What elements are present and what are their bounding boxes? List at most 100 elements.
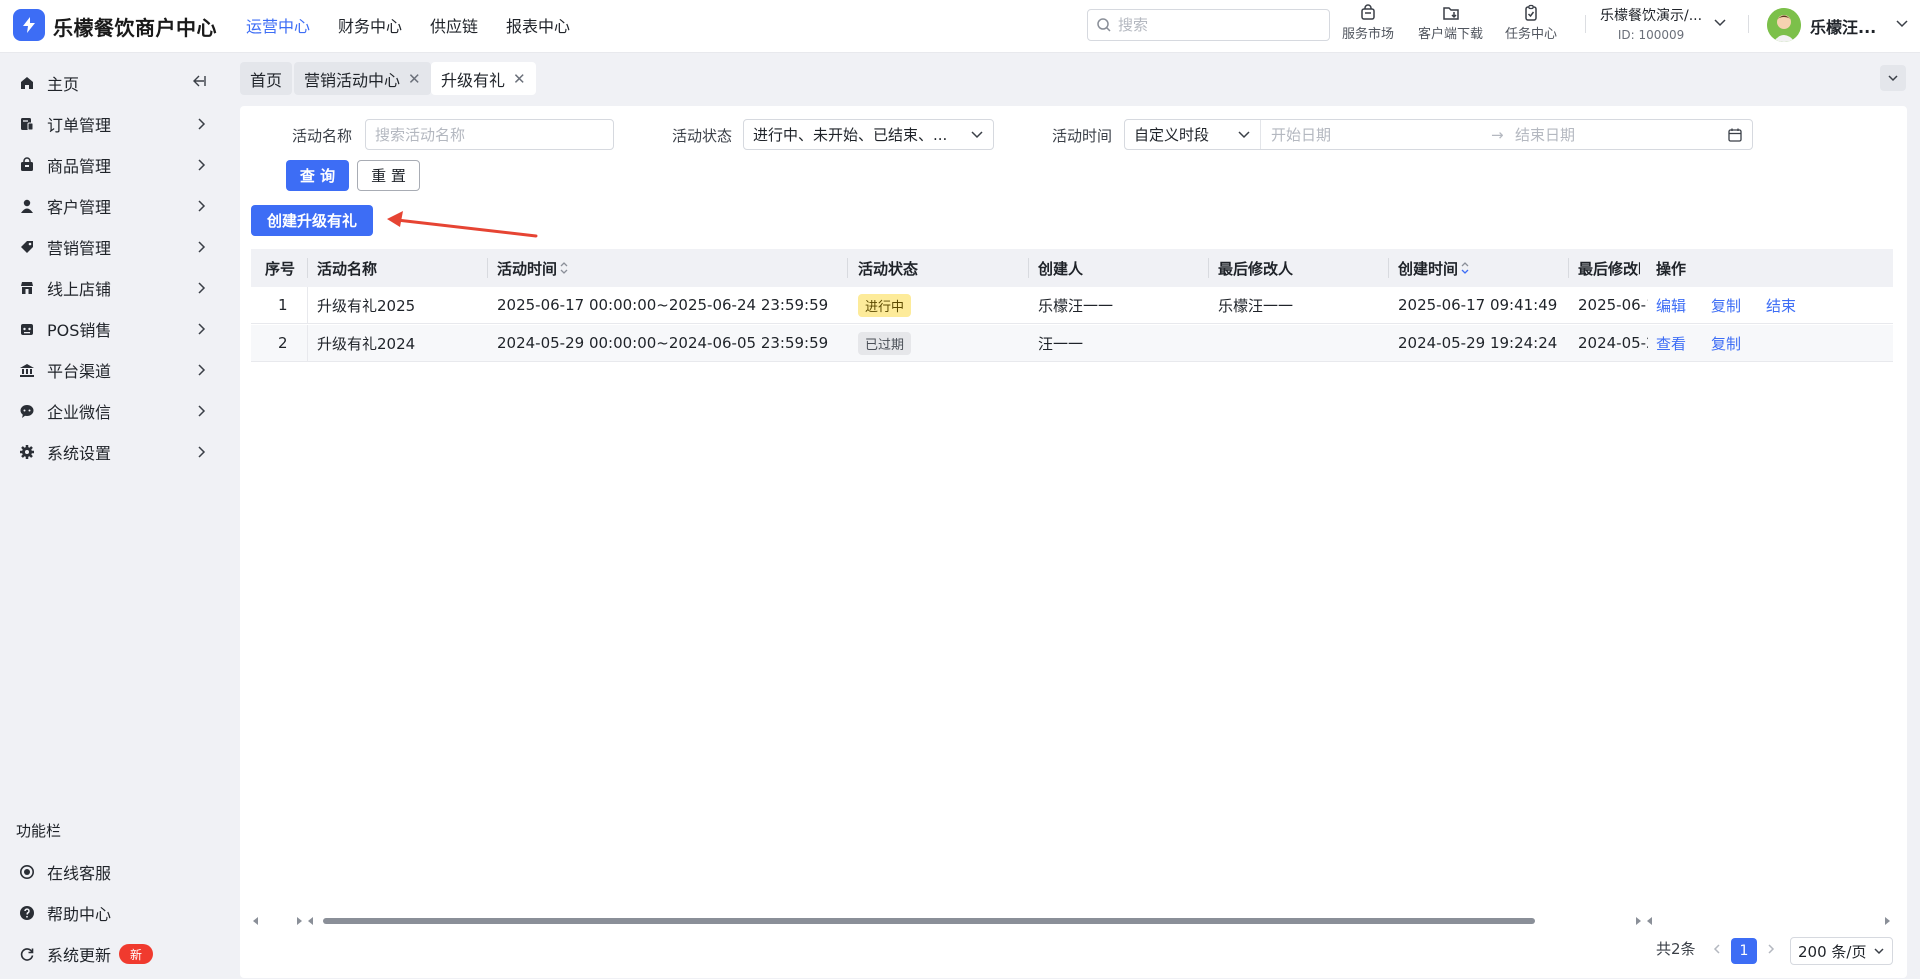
copy-link[interactable]: 复制 <box>1711 295 1741 316</box>
cell-time: 2024-05-29 00:00:00~2024-06-05 23:59:59 <box>497 334 829 352</box>
start-date-input[interactable]: 开始日期 <box>1271 124 1491 145</box>
create-upgrade-gift-button[interactable]: 创建升级有礼 <box>251 205 373 236</box>
divider <box>1568 258 1569 278</box>
global-search[interactable] <box>1087 9 1330 41</box>
sidebar-item-orders[interactable]: 订单管理 <box>0 104 224 144</box>
scrollbar-track <box>253 917 1890 925</box>
horizontal-scrollbar[interactable] <box>251 912 1893 925</box>
avatar-image <box>1767 8 1801 42</box>
sidebar-item-channels[interactable]: 平台渠道 <box>0 350 224 390</box>
activity-status-label: 活动状态 <box>672 127 733 145</box>
client-download-button[interactable]: 客户端下载 <box>1418 4 1483 42</box>
sort-icon[interactable] <box>1460 261 1470 275</box>
cell-creator: 汪一一 <box>1038 334 1084 353</box>
tag-icon <box>18 238 36 256</box>
task-center-button[interactable]: 任务中心 <box>1505 4 1557 42</box>
col-header-time-label: 活动时间 <box>497 259 558 278</box>
avatar[interactable] <box>1767 8 1801 42</box>
page-size-select[interactable]: 200 条/页 <box>1790 937 1893 965</box>
store-switcher[interactable]: 乐檬餐饮演示/... ID: 100009 <box>1600 5 1702 42</box>
sidebar-item-label: 帮助中心 <box>47 905 112 924</box>
store-id: ID: 100009 <box>1617 28 1685 42</box>
view-link[interactable]: 查看 <box>1656 333 1686 354</box>
col-header-time[interactable]: 活动时间 <box>497 249 569 287</box>
sidebar-item-label: 平台渠道 <box>47 362 112 381</box>
service-market-button[interactable]: 服务市场 <box>1342 4 1394 42</box>
activity-name-field[interactable] <box>365 119 614 150</box>
query-button[interactable]: 查 询 <box>286 160 349 191</box>
end-link[interactable]: 结束 <box>1766 295 1796 316</box>
cell-status: 进行中 <box>858 287 912 323</box>
close-icon[interactable]: ✕ <box>408 70 421 88</box>
gear-icon <box>18 443 36 461</box>
sidebar-item-home[interactable]: 主页 <box>0 63 224 103</box>
divider <box>1388 258 1389 278</box>
app-logo[interactable] <box>13 9 45 41</box>
clipboard-icon <box>1525 4 1537 21</box>
top-nav-supply-chain[interactable]: 供应链 <box>430 13 478 37</box>
divider <box>847 258 848 278</box>
page-number-current[interactable]: 1 <box>1731 938 1757 964</box>
sidebar-item-goods[interactable]: 商品管理 <box>0 145 224 185</box>
tab-label: 营销活动中心 <box>304 70 401 90</box>
divider <box>307 258 308 278</box>
sidebar-item-wecom[interactable]: 企业微信 <box>0 391 224 431</box>
cell-no: 1 <box>278 296 288 314</box>
activity-status-value: 进行中、未开始、已结束、... <box>753 126 948 144</box>
col-header-name: 活动名称 <box>317 259 378 278</box>
folder-download-icon <box>1442 7 1459 20</box>
logo-icon <box>23 17 35 33</box>
col-header-created[interactable]: 创建时间 <box>1398 249 1470 287</box>
pos-icon <box>18 320 36 338</box>
top-bar: 乐檬餐饮商户中心 运营中心 财务中心 供应链 报表中心 服务市场 客户端下载 <box>0 0 1920 53</box>
divider <box>307 287 308 323</box>
sidebar-item-marketing[interactable]: 营销管理 <box>0 227 224 267</box>
top-nav-reports[interactable]: 报表中心 <box>506 13 570 37</box>
table-row: 2 升级有礼2024 2024-05-29 00:00:00~2024-06-0… <box>251 325 1893 362</box>
cell-status: 已过期 <box>858 325 912 361</box>
sort-icon[interactable] <box>559 261 569 275</box>
headset-icon <box>18 863 36 881</box>
collapse-sidebar-icon[interactable] <box>191 73 207 93</box>
sidebar-item-online-store[interactable]: 线上店铺 <box>0 268 224 308</box>
tab-marketing-center[interactable]: 营销活动中心 ✕ <box>294 62 431 95</box>
user-name[interactable]: 乐檬汪... <box>1810 14 1876 38</box>
sidebar: 主页 订单管理 商品管理 客户管理 营销管理 线上店铺 POS销售 平台渠道 企… <box>0 53 224 979</box>
table-header: 序号 活动名称 活动时间 活动状态 创建人 最后修改人 创建时间 最后修改时 操… <box>251 249 1893 287</box>
chevron-down-icon[interactable] <box>1713 16 1727 30</box>
top-nav-finance[interactable]: 财务中心 <box>338 13 402 37</box>
cell-time: 2025-06-17 00:00:00~2025-06-24 23:59:59 <box>497 296 829 314</box>
search-input[interactable] <box>1118 16 1318 34</box>
sidebar-item-settings[interactable]: 系统设置 <box>0 432 224 472</box>
sidebar-item-online-service[interactable]: 在线客服 <box>0 852 224 892</box>
tab-home[interactable]: 首页 <box>240 62 293 95</box>
status-badge: 已过期 <box>858 331 912 355</box>
cell-modified: 2025-06-1 <box>1578 296 1648 314</box>
sidebar-item-system-update[interactable]: 系统更新 新 <box>0 934 224 974</box>
sidebar-item-customers[interactable]: 客户管理 <box>0 186 224 226</box>
time-mode-select[interactable]: 自定义时段 <box>1125 120 1261 149</box>
close-icon[interactable]: ✕ <box>513 70 526 88</box>
next-page-icon[interactable] <box>1765 943 1777 955</box>
activity-name-input[interactable] <box>375 125 604 144</box>
sidebar-item-pos[interactable]: POS销售 <box>0 309 224 349</box>
reset-button[interactable]: 重 置 <box>357 160 420 191</box>
tabs-more-button[interactable] <box>1880 65 1906 91</box>
activity-status-select[interactable]: 进行中、未开始、已结束、... <box>743 119 994 150</box>
status-badge: 进行中 <box>858 293 912 317</box>
activity-name-label: 活动名称 <box>292 127 353 145</box>
tab-label: 首页 <box>250 70 283 90</box>
top-nav: 运营中心 财务中心 供应链 报表中心 <box>246 0 570 50</box>
copy-link[interactable]: 复制 <box>1711 333 1741 354</box>
sidebar-item-label: 营销管理 <box>47 239 112 258</box>
tab-upgrade-gift[interactable]: 升级有礼 ✕ <box>431 62 536 95</box>
edit-link[interactable]: 编辑 <box>1656 295 1686 316</box>
end-date-input[interactable]: 结束日期 <box>1515 124 1721 145</box>
top-nav-operations[interactable]: 运营中心 <box>246 13 310 37</box>
prev-page-icon[interactable] <box>1711 943 1723 955</box>
sidebar-item-help[interactable]: 帮助中心 <box>0 893 224 933</box>
calendar-icon[interactable] <box>1727 127 1743 143</box>
chevron-down-icon[interactable] <box>1895 17 1909 31</box>
chevron-right-icon <box>198 323 206 335</box>
chevron-right-icon <box>198 364 206 376</box>
